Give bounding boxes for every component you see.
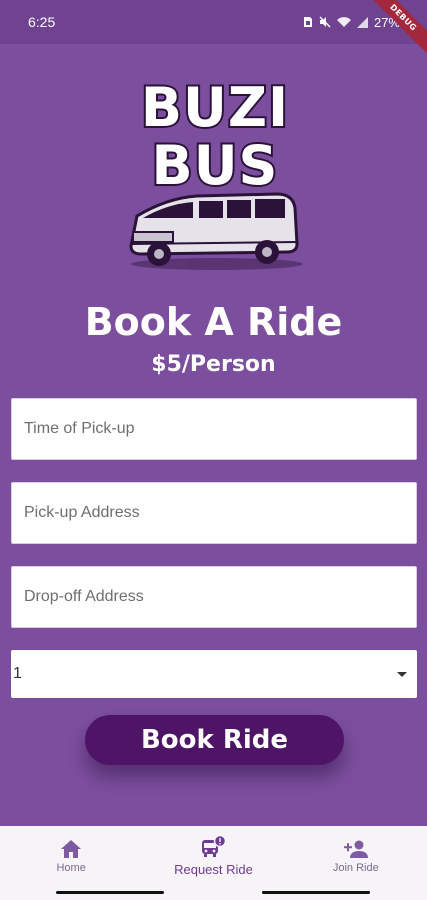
wifi-icon (336, 16, 351, 28)
gesture-indicator-right (262, 891, 370, 894)
nav-item-request-ride[interactable]: Request Ride (142, 835, 284, 877)
page-title: Book A Ride (84, 300, 343, 344)
dropoff-address-field[interactable] (11, 566, 417, 628)
home-icon (61, 839, 82, 858)
bottom-nav: Home Request Ride Join Ride (0, 826, 427, 886)
passenger-count-value: 1 (13, 665, 22, 682)
pickup-time-field[interactable] (11, 398, 417, 460)
pickup-address-field[interactable] (11, 482, 417, 544)
chevron-down-icon (397, 671, 407, 677)
nav-item-join-ride[interactable]: Join Ride (285, 839, 427, 874)
gesture-indicator-left (56, 891, 164, 894)
sim-icon (303, 16, 313, 28)
mute-icon (319, 16, 331, 28)
nav-label-request-ride: Request Ride (174, 862, 253, 877)
van-icon (129, 192, 303, 270)
signal-icon (356, 16, 368, 28)
nav-label-join-ride: Join Ride (332, 861, 379, 874)
status-bar: 6:25 27% (0, 0, 427, 44)
price-label: $5/Person (151, 352, 276, 377)
nav-label-home: Home (56, 861, 86, 874)
status-time: 6:25 (28, 14, 56, 30)
logo-line-1: BUZI (139, 74, 290, 141)
bus-alert-icon (202, 835, 227, 857)
nav-item-home[interactable]: Home (0, 839, 142, 874)
app-logo: BUZI BUS (127, 74, 303, 272)
add-person-icon (343, 840, 368, 858)
book-ride-button[interactable]: Book Ride (85, 715, 344, 765)
passenger-count-select[interactable]: 1 (11, 650, 417, 698)
